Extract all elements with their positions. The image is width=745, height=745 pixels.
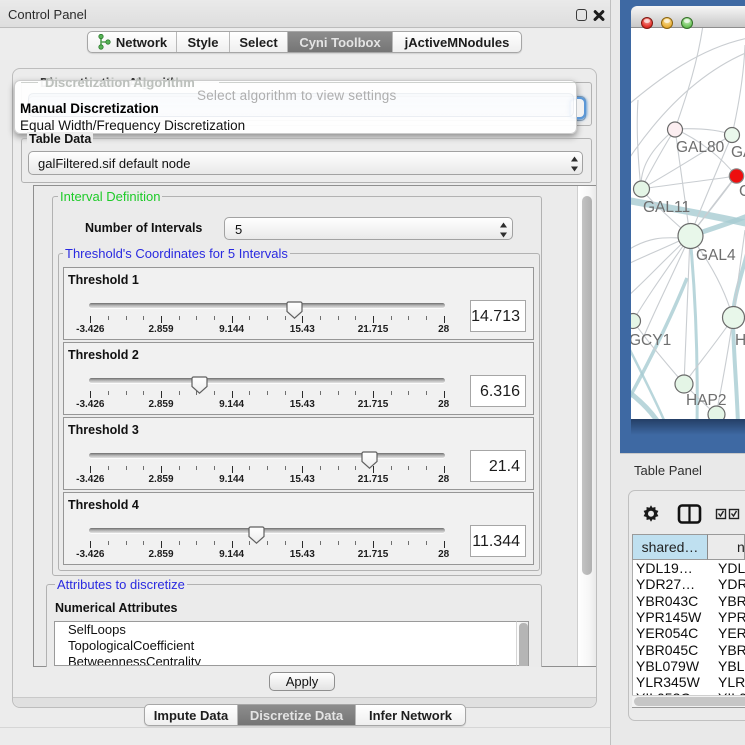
svg-text:GAL4: GAL4 — [696, 247, 736, 264]
svg-text:C: C — [739, 183, 745, 200]
svg-text:GA: GA — [731, 144, 745, 161]
svg-text:GAL11: GAL11 — [643, 199, 690, 216]
svg-text:GAL80: GAL80 — [676, 139, 725, 156]
svg-text:HAP2: HAP2 — [686, 392, 727, 409]
svg-text:GCY1: GCY1 — [629, 332, 671, 349]
svg-text:H: H — [735, 332, 745, 349]
